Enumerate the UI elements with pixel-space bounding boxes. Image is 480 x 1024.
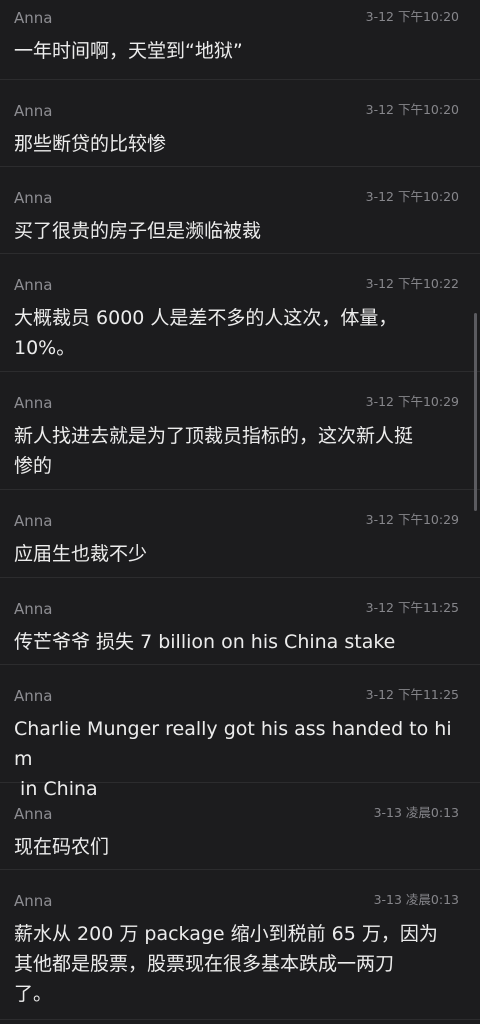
message-timestamp: 3-12 下午10:20 bbox=[365, 102, 459, 117]
message-timestamp: 3-12 下午10:20 bbox=[365, 189, 459, 204]
scroll-indicator[interactable] bbox=[474, 313, 477, 511]
message-item[interactable]: Anna 3-13 凌晨0:13 薪水从 200 万 package 缩小到税前… bbox=[0, 870, 480, 1020]
message-timestamp: 3-12 下午10:29 bbox=[365, 394, 459, 409]
message-item[interactable]: Anna 3-12 下午10:29 新人找进去就是为了顶裁员指标的，这次新人挺 … bbox=[0, 372, 480, 490]
sender-name: Anna bbox=[14, 687, 53, 705]
sender-name: Anna bbox=[14, 276, 53, 294]
message-timestamp: 3-12 下午11:25 bbox=[365, 600, 459, 615]
sender-name: Anna bbox=[14, 189, 53, 207]
message-text: 一年时间啊，天堂到“地狱” bbox=[14, 40, 243, 62]
message-timestamp: 3-12 下午11:25 bbox=[365, 687, 459, 702]
message-timestamp: 3-12 下午10:22 bbox=[365, 276, 459, 291]
message-item[interactable]: Anna 3-12 下午11:25 Charlie Munger really … bbox=[0, 665, 480, 800]
message-text: 那些断贷的比较惨 bbox=[14, 133, 167, 155]
message-timestamp: 3-13 凌晨0:13 bbox=[373, 805, 459, 820]
message-text: 薪水从 200 万 package 缩小到税前 65 万，因为 其他都是股票，股… bbox=[14, 923, 438, 1005]
sender-name: Anna bbox=[14, 512, 53, 530]
message-timestamp: 3-12 下午10:29 bbox=[365, 512, 459, 527]
message-item[interactable]: Anna 3-12 下午10:20 那些断贷的比较惨 bbox=[0, 80, 480, 167]
sender-name: Anna bbox=[14, 600, 53, 618]
message-text: 大概裁员 6000 人是差不多的人这次，体量， 10%。 bbox=[14, 307, 398, 359]
message-item[interactable]: Anna 3-12 下午10:29 应届生也裁不少 bbox=[0, 490, 480, 578]
message-item[interactable]: Anna 3-12 下午10:20 一年时间啊，天堂到“地狱” bbox=[0, 0, 480, 80]
message-item[interactable]: Anna 3-12 下午10:20 买了很贵的房子但是濒临被裁 bbox=[0, 167, 480, 254]
message-item[interactable]: Anna 3-12 下午10:22 大概裁员 6000 人是差不多的人这次，体量… bbox=[0, 254, 480, 372]
message-text: 新人找进去就是为了顶裁员指标的，这次新人挺 惨的 bbox=[14, 425, 414, 477]
sender-name: Anna bbox=[14, 9, 53, 27]
message-text: 买了很贵的房子但是濒临被裁 bbox=[14, 220, 262, 242]
sender-name: Anna bbox=[14, 805, 53, 823]
message-item[interactable]: Anna 3-13 凌晨0:13 现在码农们 bbox=[0, 783, 480, 870]
sender-name: Anna bbox=[14, 102, 53, 120]
message-text: 应届生也裁不少 bbox=[14, 543, 148, 565]
message-timestamp: 3-12 下午10:20 bbox=[365, 9, 459, 24]
message-timestamp: 3-13 凌晨0:13 bbox=[373, 892, 459, 907]
sender-name: Anna bbox=[14, 394, 53, 412]
message-text: 传芒爷爷 损失 7 billion on his China stake bbox=[14, 631, 396, 653]
message-item[interactable]: Anna 3-12 下午11:25 传芒爷爷 损失 7 billion on h… bbox=[0, 578, 480, 665]
message-text: 现在码农们 bbox=[14, 836, 110, 858]
message-list: Anna 3-12 下午10:20 一年时间啊，天堂到“地狱” Anna 3-1… bbox=[0, 0, 480, 1020]
sender-name: Anna bbox=[14, 892, 53, 910]
